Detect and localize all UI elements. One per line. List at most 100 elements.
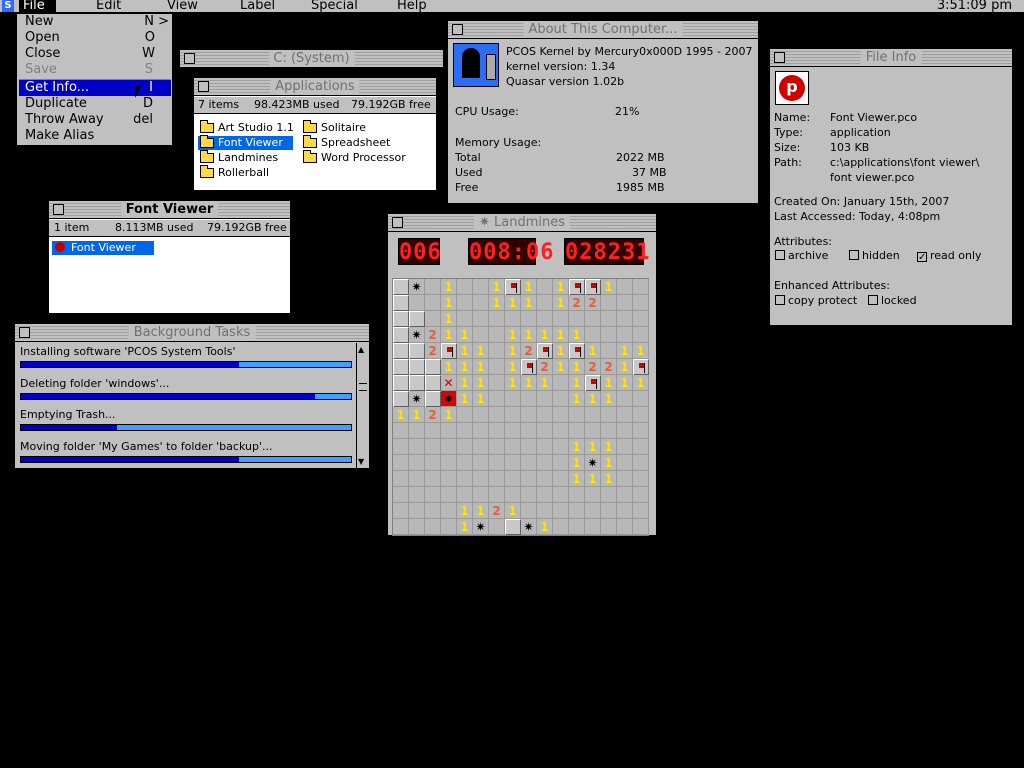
file-item-landmines[interactable]: Landmines (200, 150, 278, 165)
mine-cell[interactable] (617, 311, 633, 327)
mine-cell[interactable] (457, 407, 473, 423)
menu-label[interactable]: Label (240, 0, 275, 13)
mine-cell[interactable]: 1 (489, 295, 505, 311)
mine-cell[interactable] (537, 295, 553, 311)
menu-view[interactable]: View (167, 0, 198, 13)
mine-cell[interactable] (633, 423, 649, 439)
mine-cell[interactable] (457, 439, 473, 455)
mine-cell[interactable]: 2 (585, 295, 601, 311)
mine-cell[interactable] (633, 279, 649, 295)
mine-cell[interactable] (393, 279, 409, 295)
mine-cell[interactable] (409, 455, 425, 471)
menu-file[interactable]: File (19, 0, 56, 13)
mine-icon[interactable]: ✷ (473, 519, 489, 535)
mine-cell[interactable]: 1 (585, 439, 601, 455)
mine-cell[interactable] (473, 439, 489, 455)
system-window-titlebar[interactable]: C: (System) (180, 50, 443, 68)
mine-cell[interactable]: 1 (457, 343, 473, 359)
mine-cell[interactable] (537, 407, 553, 423)
menu-item-throw-away[interactable]: Throw Away del (19, 112, 171, 128)
mine-cell[interactable] (409, 503, 425, 519)
mine-cell[interactable] (425, 455, 441, 471)
mine-cell[interactable] (537, 391, 553, 407)
scroll-down-arrow-icon[interactable]: ▼ (358, 457, 364, 466)
mine-cell[interactable]: 2 (537, 359, 553, 375)
mine-cell[interactable]: 1 (521, 295, 537, 311)
mine-cell[interactable] (441, 471, 457, 487)
vertical-scrollbar[interactable]: ▲ ▼ (356, 343, 369, 468)
mine-cell[interactable] (633, 455, 649, 471)
mine-cell[interactable] (617, 487, 633, 503)
mine-cell[interactable] (617, 279, 633, 295)
mine-cell[interactable]: 1 (457, 327, 473, 343)
mine-cell[interactable] (393, 311, 409, 327)
mine-cell[interactable]: 1 (601, 455, 617, 471)
mine-cell[interactable]: 1 (441, 311, 457, 327)
mine-cell[interactable] (393, 487, 409, 503)
file-item-word-processor[interactable]: Word Processor (303, 150, 406, 165)
mine-cell[interactable] (537, 455, 553, 471)
mine-cell[interactable] (409, 423, 425, 439)
mine-cell[interactable] (425, 439, 441, 455)
file-item-spreadsheet[interactable]: Spreadsheet (303, 135, 390, 150)
mine-cell[interactable]: 1 (633, 375, 649, 391)
scroll-up-arrow-icon[interactable]: ▲ (358, 345, 364, 354)
flag-icon[interactable] (569, 343, 585, 359)
mine-cell[interactable]: 1 (393, 407, 409, 423)
mine-cell[interactable] (617, 503, 633, 519)
landmines-titlebar[interactable]: ✷ Landmines (388, 214, 656, 232)
mine-cell[interactable] (553, 439, 569, 455)
mine-cell[interactable]: 1 (473, 359, 489, 375)
mine-cell[interactable]: 1 (457, 391, 473, 407)
mine-cell[interactable] (489, 311, 505, 327)
mine-cell[interactable] (489, 327, 505, 343)
mine-cell[interactable]: 1 (441, 359, 457, 375)
mine-cell[interactable]: 1 (553, 343, 569, 359)
mine-cell[interactable] (441, 439, 457, 455)
mine-cell[interactable]: 1 (473, 343, 489, 359)
mine-cell[interactable]: 1 (553, 295, 569, 311)
mine-cell[interactable]: 1 (633, 343, 649, 359)
mine-cell[interactable]: 1 (569, 359, 585, 375)
mine-cell[interactable] (489, 455, 505, 471)
mine-cell[interactable] (601, 487, 617, 503)
mine-cell[interactable]: 1 (505, 359, 521, 375)
mine-cell[interactable] (409, 311, 425, 327)
mine-cell[interactable] (473, 487, 489, 503)
mine-cell[interactable] (409, 471, 425, 487)
mine-cell[interactable] (409, 487, 425, 503)
mine-cell[interactable] (521, 407, 537, 423)
mine-cell[interactable]: 1 (441, 295, 457, 311)
mine-cell[interactable] (473, 455, 489, 471)
mine-cell[interactable] (409, 439, 425, 455)
mine-cell[interactable]: 1 (601, 375, 617, 391)
mine-cell[interactable] (473, 407, 489, 423)
mine-cell[interactable] (425, 423, 441, 439)
menu-item-duplicate[interactable]: Duplicate D (19, 96, 171, 112)
mine-icon[interactable]: ✷ (521, 519, 537, 535)
mine-cell[interactable] (393, 343, 409, 359)
mine-cell[interactable] (425, 311, 441, 327)
flag-icon[interactable] (585, 375, 601, 391)
mine-cell[interactable]: 1 (537, 327, 553, 343)
mine-cell[interactable] (521, 471, 537, 487)
menu-special[interactable]: Special (311, 0, 358, 13)
system-logo-icon[interactable]: S (2, 0, 14, 12)
minefield-grid[interactable]: ✷ 1 1 1 1 1 1 1 1 1 1 2 2 1 ✷ 2 1 1 1 1 1 1 1 2 1 1 1 2 1 1 1 1 1 1 1 1 2 1 1 2… (392, 278, 649, 536)
close-box-icon[interactable] (452, 24, 463, 35)
mine-cell[interactable] (521, 423, 537, 439)
mine-cell[interactable] (521, 391, 537, 407)
mine-cell[interactable]: 1 (505, 327, 521, 343)
file-info-titlebar[interactable]: File Info (770, 49, 1012, 67)
mine-cell[interactable] (393, 439, 409, 455)
close-box-icon[interactable] (392, 217, 403, 228)
mine-cell[interactable] (409, 359, 425, 375)
mine-cell[interactable]: 1 (569, 391, 585, 407)
mine-icon[interactable]: ✷ (409, 327, 425, 343)
mine-cell[interactable] (617, 295, 633, 311)
mine-cell[interactable]: 1 (505, 343, 521, 359)
mine-cell[interactable] (553, 311, 569, 327)
mine-cell[interactable] (489, 519, 505, 535)
mine-cell[interactable]: 2 (425, 343, 441, 359)
mine-cell[interactable]: 2 (489, 503, 505, 519)
